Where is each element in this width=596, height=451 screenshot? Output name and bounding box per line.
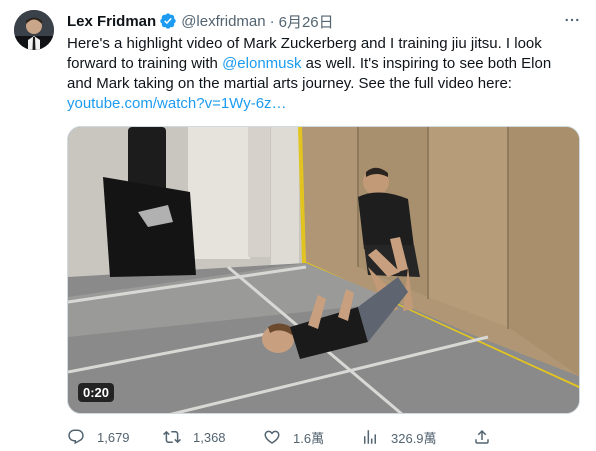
- views-button[interactable]: 326.9萬: [361, 428, 437, 447]
- share-icon: [475, 429, 489, 444]
- video-thumbnail: [68, 127, 579, 413]
- header-separator: ·: [269, 12, 275, 30]
- action-bar: 1,679 1,368 1.6萬 326.9萬: [67, 427, 497, 447]
- avatar[interactable]: [14, 10, 54, 50]
- tweet-header: Lex Fridman @lexfridman · 6月26日: [67, 11, 334, 31]
- tweet: Lex Fridman @lexfridman · 6月26日 Here's a…: [0, 0, 596, 451]
- author-name[interactable]: Lex Fridman: [67, 13, 156, 30]
- views-count: 326.9萬: [391, 430, 437, 446]
- reply-button[interactable]: 1,679: [67, 428, 130, 446]
- retweet-icon: [163, 430, 181, 444]
- views-chart-icon: [364, 430, 376, 444]
- heart-icon: [264, 430, 280, 444]
- like-button[interactable]: 1.6萬: [263, 428, 324, 447]
- author-handle[interactable]: @lexfridman: [181, 13, 265, 30]
- tweet-text: Here's a highlight video of Mark Zuckerb…: [67, 34, 572, 114]
- youtube-link[interactable]: youtube.com/watch?v=1Wy-6z…: [67, 95, 287, 112]
- verified-badge-icon: [159, 12, 177, 30]
- share-button[interactable]: [473, 428, 503, 446]
- like-count: 1.6萬: [293, 430, 325, 446]
- retweet-count: 1,368: [193, 429, 226, 445]
- reply-count: 1,679: [97, 429, 130, 445]
- reply-icon: [68, 429, 84, 445]
- retweet-button[interactable]: 1,368: [163, 428, 226, 446]
- video-duration: 0:20: [78, 383, 115, 402]
- video-player[interactable]: 0:20: [67, 126, 580, 414]
- more-options-icon[interactable]: [562, 10, 582, 30]
- mention-link[interactable]: @elonmusk: [222, 55, 301, 72]
- tweet-date[interactable]: 6月26日: [279, 11, 334, 32]
- avatar-image: [14, 10, 54, 50]
